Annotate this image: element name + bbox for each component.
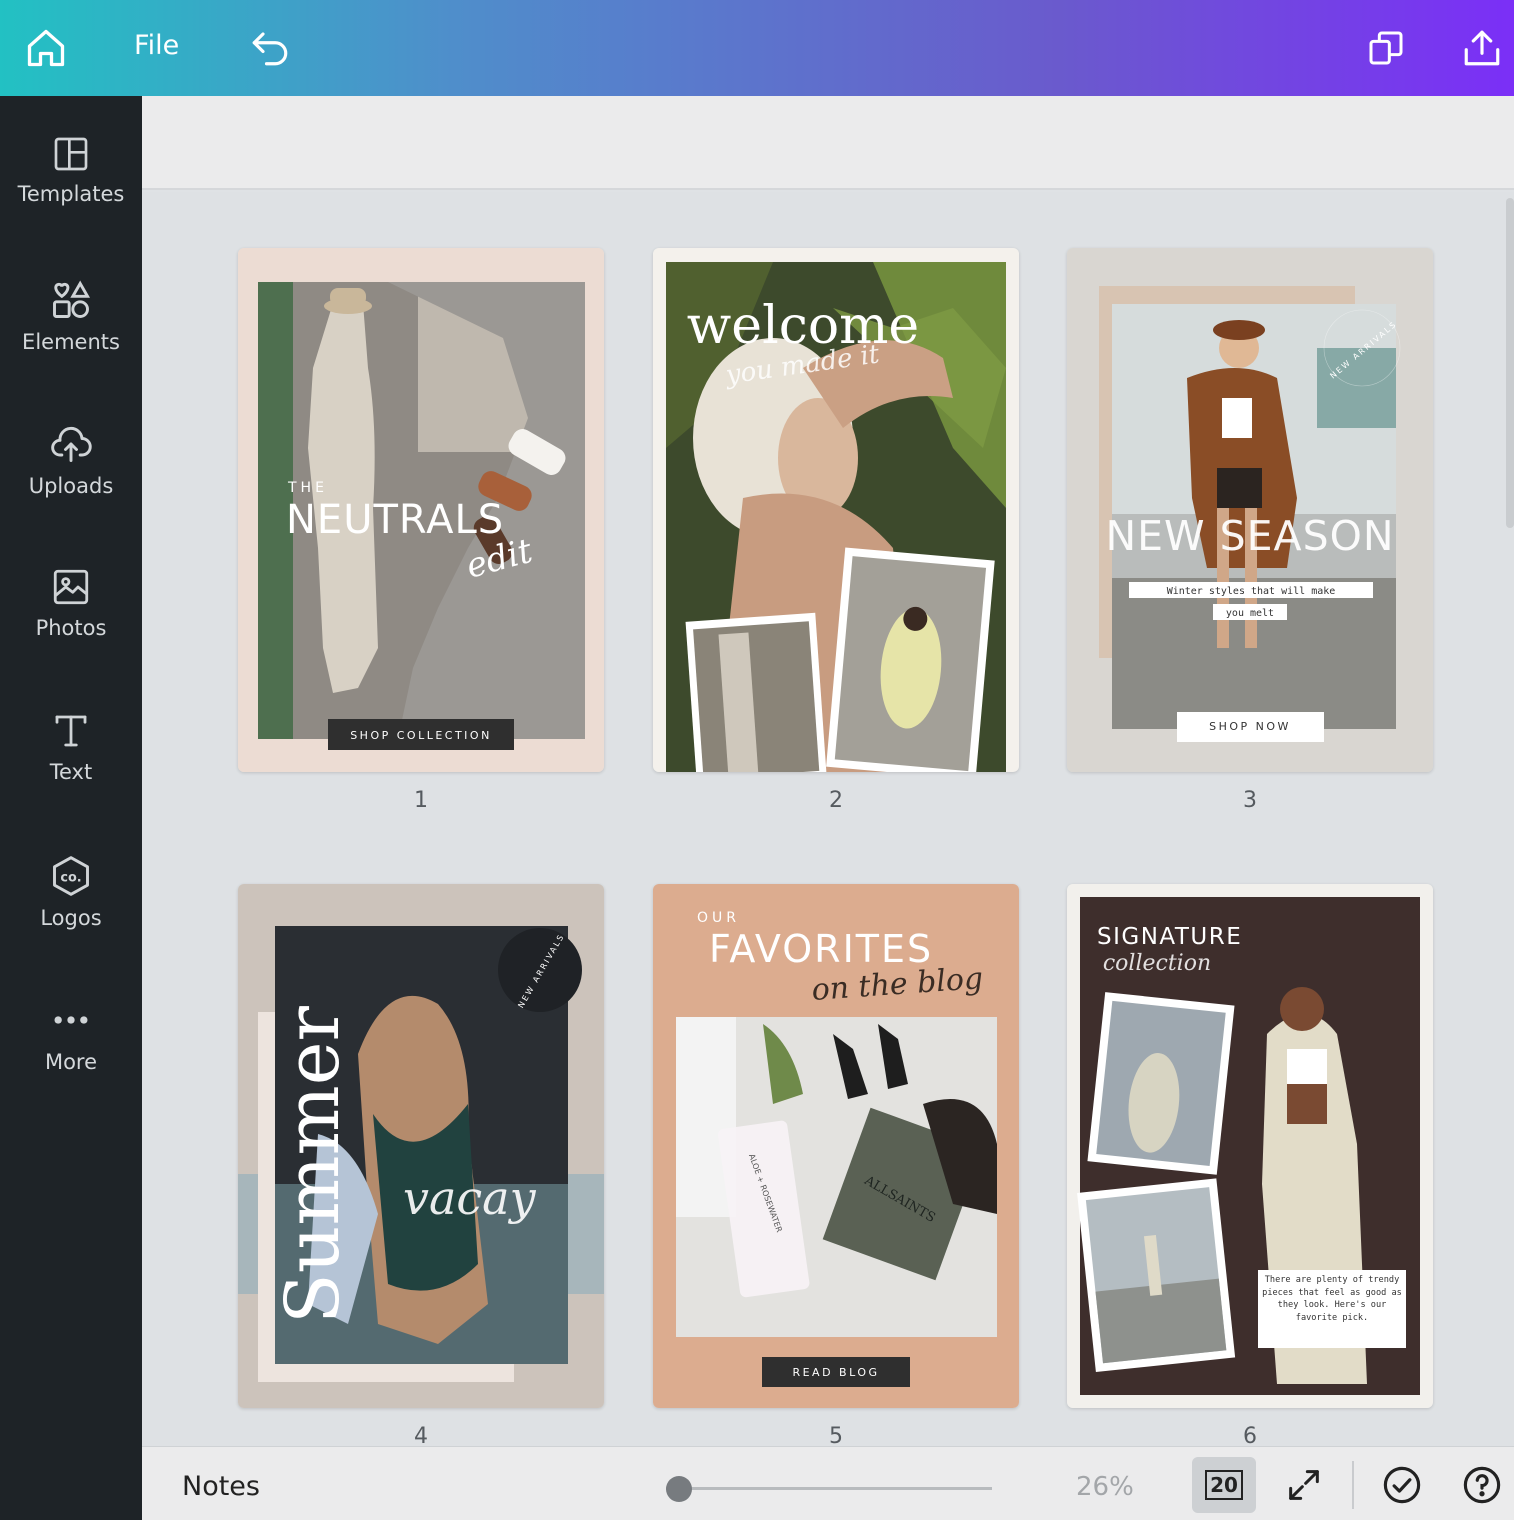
text-icon	[55, 715, 87, 747]
page-1-design: THE NEUTRALS edit SHOP COLLECTION	[238, 248, 604, 772]
left-sidebar: Templates Elements Uploads Photos Text c…	[0, 96, 142, 1520]
upload-cloud-icon	[51, 426, 92, 462]
expand-icon	[1289, 1470, 1319, 1500]
notes-button[interactable]: Notes	[182, 1471, 260, 1502]
page-thumbnail-5[interactable]: OUR FAVORITES on the blog ALOE + ROSEWAT…	[653, 884, 1019, 1408]
page-3-title: NEW SEASON	[1105, 512, 1394, 560]
page-1-small-title: THE	[287, 480, 328, 496]
share-upload-icon	[1464, 30, 1500, 66]
duplicate-icon	[1369, 31, 1403, 65]
fullscreen-button[interactable]	[1280, 1461, 1328, 1509]
sidebar-item-label: Logos	[40, 906, 102, 930]
page-thumbnail-1[interactable]: THE NEUTRALS edit SHOP COLLECTION	[238, 248, 604, 772]
sidebar-item-label: Photos	[35, 616, 107, 640]
page-count-badge: 20	[1205, 1470, 1243, 1500]
sidebar-item-logos[interactable]: co. Logos	[0, 840, 142, 960]
page-3-caption-line-2: you melt	[1226, 608, 1274, 619]
zoom-slider-handle[interactable]	[666, 1476, 693, 1502]
sidebar-item-label: Text	[49, 760, 93, 784]
page-5-small-title: OUR	[697, 910, 740, 926]
page-4-design: NEW ARRIVALS Summer vacay	[238, 884, 604, 1408]
page-thumbnail-4[interactable]: NEW ARRIVALS Summer vacay	[238, 884, 604, 1408]
sidebar-item-text[interactable]: Text	[0, 696, 142, 816]
zoom-slider-track[interactable]	[666, 1487, 992, 1490]
logo-icon: co.	[53, 856, 89, 896]
page-6-body-text: There are plenty of trendy pieces that f…	[1262, 1275, 1402, 1323]
page-number-2: 2	[829, 788, 843, 813]
sidebar-item-more[interactable]: More	[0, 984, 142, 1104]
elements-icon	[53, 280, 91, 318]
check-button[interactable]	[1378, 1461, 1426, 1509]
page-number-1: 1	[414, 788, 428, 813]
page-number-3: 3	[1243, 788, 1257, 813]
zoom-percentage[interactable]: 26%	[1076, 1472, 1134, 1502]
file-menu[interactable]: File	[134, 30, 179, 61]
sidebar-item-label: Elements	[22, 330, 120, 354]
page-number-4: 4	[414, 1424, 428, 1446]
page-1-title: NEUTRALS	[286, 497, 504, 543]
page-2-title: welcome	[687, 296, 919, 356]
help-icon	[1463, 1466, 1501, 1504]
sidebar-item-uploads[interactable]: Uploads	[0, 408, 142, 528]
page-thumbnail-3[interactable]: NEW ARRIVALS NEW SEASON Winter styles th…	[1067, 248, 1433, 772]
page-3-caption-line-1: Winter styles that will make	[1167, 586, 1336, 597]
page-6-script: collection	[1103, 951, 1211, 976]
page-5-design: OUR FAVORITES on the blog ALOE + ROSEWAT…	[653, 884, 1019, 1408]
editor-toolbar	[142, 96, 1514, 190]
page-3-design: NEW ARRIVALS NEW SEASON Winter styles th…	[1067, 248, 1433, 772]
templates-icon	[54, 137, 88, 171]
undo-icon	[252, 32, 288, 66]
page-1-shop-collection-button: SHOP COLLECTION	[350, 729, 492, 742]
sidebar-item-elements[interactable]: Elements	[0, 264, 142, 384]
page-5-read-blog-button: READ BLOG	[792, 1366, 879, 1379]
sidebar-item-label: Templates	[17, 182, 125, 206]
svg-text:co.: co.	[60, 871, 81, 886]
page-number-6: 6	[1243, 1424, 1257, 1446]
grid-view-button[interactable]: 20	[1192, 1457, 1256, 1513]
undo-button[interactable]	[246, 24, 294, 72]
more-dots-icon	[54, 1016, 88, 1024]
page-6-title: SIGNATURE	[1097, 924, 1242, 950]
sidebar-item-label: Uploads	[28, 474, 114, 498]
page-3-shop-now-button: SHOP NOW	[1209, 720, 1291, 733]
photo-icon	[53, 569, 89, 605]
help-button[interactable]	[1458, 1461, 1506, 1509]
page-grid: THE NEUTRALS edit SHOP COLLECTION 1 welc…	[142, 192, 1514, 1446]
page-number-5: 5	[829, 1424, 843, 1446]
check-circle-icon	[1383, 1466, 1421, 1504]
top-bar: File	[0, 0, 1514, 96]
sidebar-item-templates[interactable]: Templates	[0, 120, 142, 240]
bottom-divider	[1352, 1461, 1354, 1509]
vertical-scrollbar[interactable]	[1506, 198, 1514, 528]
page-2-design: welcome you made it	[653, 248, 1019, 772]
home-button[interactable]	[22, 24, 70, 72]
home-icon	[27, 29, 65, 67]
page-6-design: SIGNATURE collection There are plenty of…	[1067, 884, 1433, 1408]
page-4-script: vacay	[403, 1171, 537, 1225]
resize-button[interactable]	[1362, 24, 1410, 72]
page-4-title: Summer	[270, 1006, 356, 1324]
sidebar-item-photos[interactable]: Photos	[0, 552, 142, 672]
bottom-bar: Notes 26% 20	[142, 1446, 1514, 1520]
sidebar-item-label: More	[44, 1050, 98, 1074]
page-5-title: FAVORITES	[709, 927, 933, 971]
page-thumbnail-6[interactable]: SIGNATURE collection There are plenty of…	[1067, 884, 1433, 1408]
share-button[interactable]	[1458, 24, 1506, 72]
page-thumbnail-2[interactable]: welcome you made it	[653, 248, 1019, 772]
